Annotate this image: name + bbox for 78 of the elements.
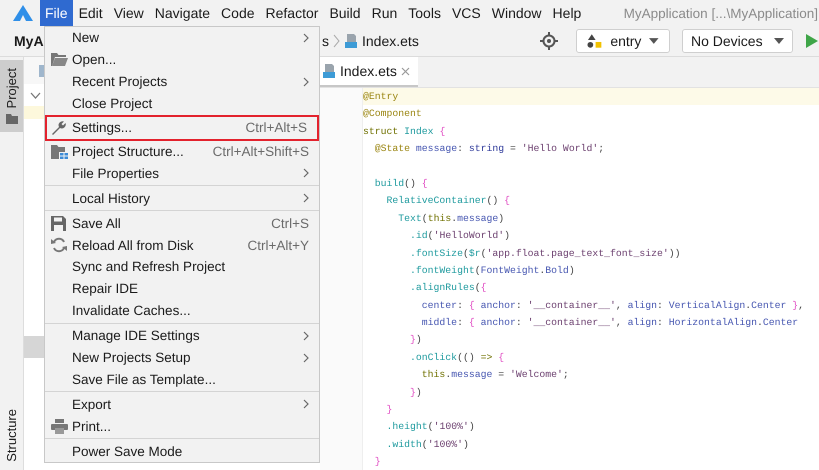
menu[interactable]: Build <box>324 0 366 26</box>
tool-window-tab[interactable]: Project <box>0 60 23 132</box>
menu-item[interactable]: Power Save Mode <box>45 440 319 462</box>
menu-item[interactable]: Settings... Ctrl+Alt+S <box>45 114 319 141</box>
code-line: .id('HelloWorld') <box>409 229 512 244</box>
menu[interactable]: Window <box>486 0 547 26</box>
menu[interactable]: VCS <box>446 0 486 26</box>
menu-item[interactable]: Repair IDE <box>45 278 319 300</box>
folder-icon <box>51 53 68 66</box>
code-line: @State message: string = 'Hello World'; <box>374 142 606 156</box>
code-line: struct Index { <box>363 124 446 139</box>
menu[interactable]: View <box>108 0 149 26</box>
window-title: MyApplication [...\MyApplication] <box>624 6 819 20</box>
menu[interactable]: Refactor <box>260 0 324 26</box>
menu-item[interactable]: Export <box>45 393 319 416</box>
tool-window-tab[interactable]: Structure <box>0 401 23 470</box>
file-icon <box>344 33 358 49</box>
device-dropdown[interactable]: No Devices <box>682 29 793 53</box>
menu[interactable]: Code <box>216 0 260 26</box>
code-line: Text(this.message) <box>397 212 506 226</box>
file-icon <box>322 63 336 79</box>
menu[interactable]: Tools <box>403 0 446 26</box>
configuration-dropdown[interactable]: entry <box>576 29 670 53</box>
wrench-icon <box>51 120 67 136</box>
menu-item[interactable]: Close Project <box>45 92 319 115</box>
caret-down-icon <box>649 38 659 44</box>
code-line: RelativeContainer() { <box>386 194 511 208</box>
shapes-icon <box>587 33 602 49</box>
menu-item[interactable]: Print... <box>45 415 319 438</box>
code-line: } <box>374 455 382 470</box>
code-line: .fontSize($r('app.float.page_text_font_size')) <box>409 246 682 261</box>
code-line: .width('100%') <box>386 438 470 452</box>
folder-grid-icon <box>51 144 68 158</box>
menu-item[interactable]: Project Structure... Ctrl+Alt+Shift+S <box>45 140 319 162</box>
project-name: MyA <box>14 33 44 49</box>
code-line: .onClick(() => { <box>409 350 506 365</box>
menu-item[interactable]: Open... <box>45 48 319 71</box>
code-line: .alignRules({ <box>409 281 488 296</box>
printer-icon <box>51 418 68 434</box>
breadcrumb-item[interactable]: s <box>322 33 329 49</box>
menu-item[interactable]: Save File as Template... <box>45 368 319 390</box>
caret-down-icon <box>774 38 784 44</box>
menu-item[interactable]: Local History <box>45 187 319 210</box>
code-line: center: { anchor: '__container__', align: VerticalAlign.Center }, <box>420 298 806 313</box>
run-icon[interactable] <box>805 33 819 49</box>
code-line: this.message = 'Welcome'; <box>420 368 570 382</box>
code-line: .height('100%') <box>386 420 476 434</box>
menu-item[interactable]: File Properties <box>45 162 319 184</box>
menu[interactable]: Run <box>366 0 402 26</box>
code-line: build() { <box>374 176 429 191</box>
chevron-right-icon <box>333 34 340 48</box>
logo-icon <box>12 4 34 22</box>
menu[interactable]: File <box>40 0 73 26</box>
menu[interactable]: Edit <box>74 0 108 26</box>
menu-item[interactable]: New Projects Setup <box>45 346 319 368</box>
editor-tab[interactable]: Index.ets <box>320 57 418 87</box>
menu[interactable]: Navigate <box>150 0 216 26</box>
code-line: } <box>386 403 394 418</box>
menu-item[interactable]: Reload All from Disk Ctrl+Alt+Y <box>45 234 319 256</box>
menu-item[interactable]: Invalidate Caches... <box>45 300 319 322</box>
menu-item[interactable]: Manage IDE Settings <box>45 324 319 347</box>
save-icon <box>51 216 66 231</box>
code-line: }) <box>409 333 423 348</box>
code-line: middle: { anchor: '__container__', align: HorizontalAlign.Center <box>420 316 800 330</box>
close-icon[interactable] <box>400 66 410 76</box>
reload-icon <box>51 237 67 254</box>
locate-icon[interactable] <box>540 32 558 50</box>
code-line: }) <box>409 386 423 400</box>
menu[interactable]: Help <box>548 0 586 26</box>
menu-item[interactable]: Recent Projects <box>45 70 319 93</box>
code-line: .fontWeight(FontWeight.Bold) <box>409 264 576 278</box>
menu-item[interactable]: New <box>45 27 319 49</box>
folder-icon <box>6 114 18 124</box>
breadcrumb-item[interactable]: Index.ets <box>362 33 419 49</box>
chevron-down-icon[interactable] <box>30 92 41 98</box>
menu-item[interactable]: Save All Ctrl+S <box>45 212 319 234</box>
code-line: @Component <box>363 107 423 122</box>
menu-item[interactable]: Sync and Refresh Project <box>45 256 319 278</box>
